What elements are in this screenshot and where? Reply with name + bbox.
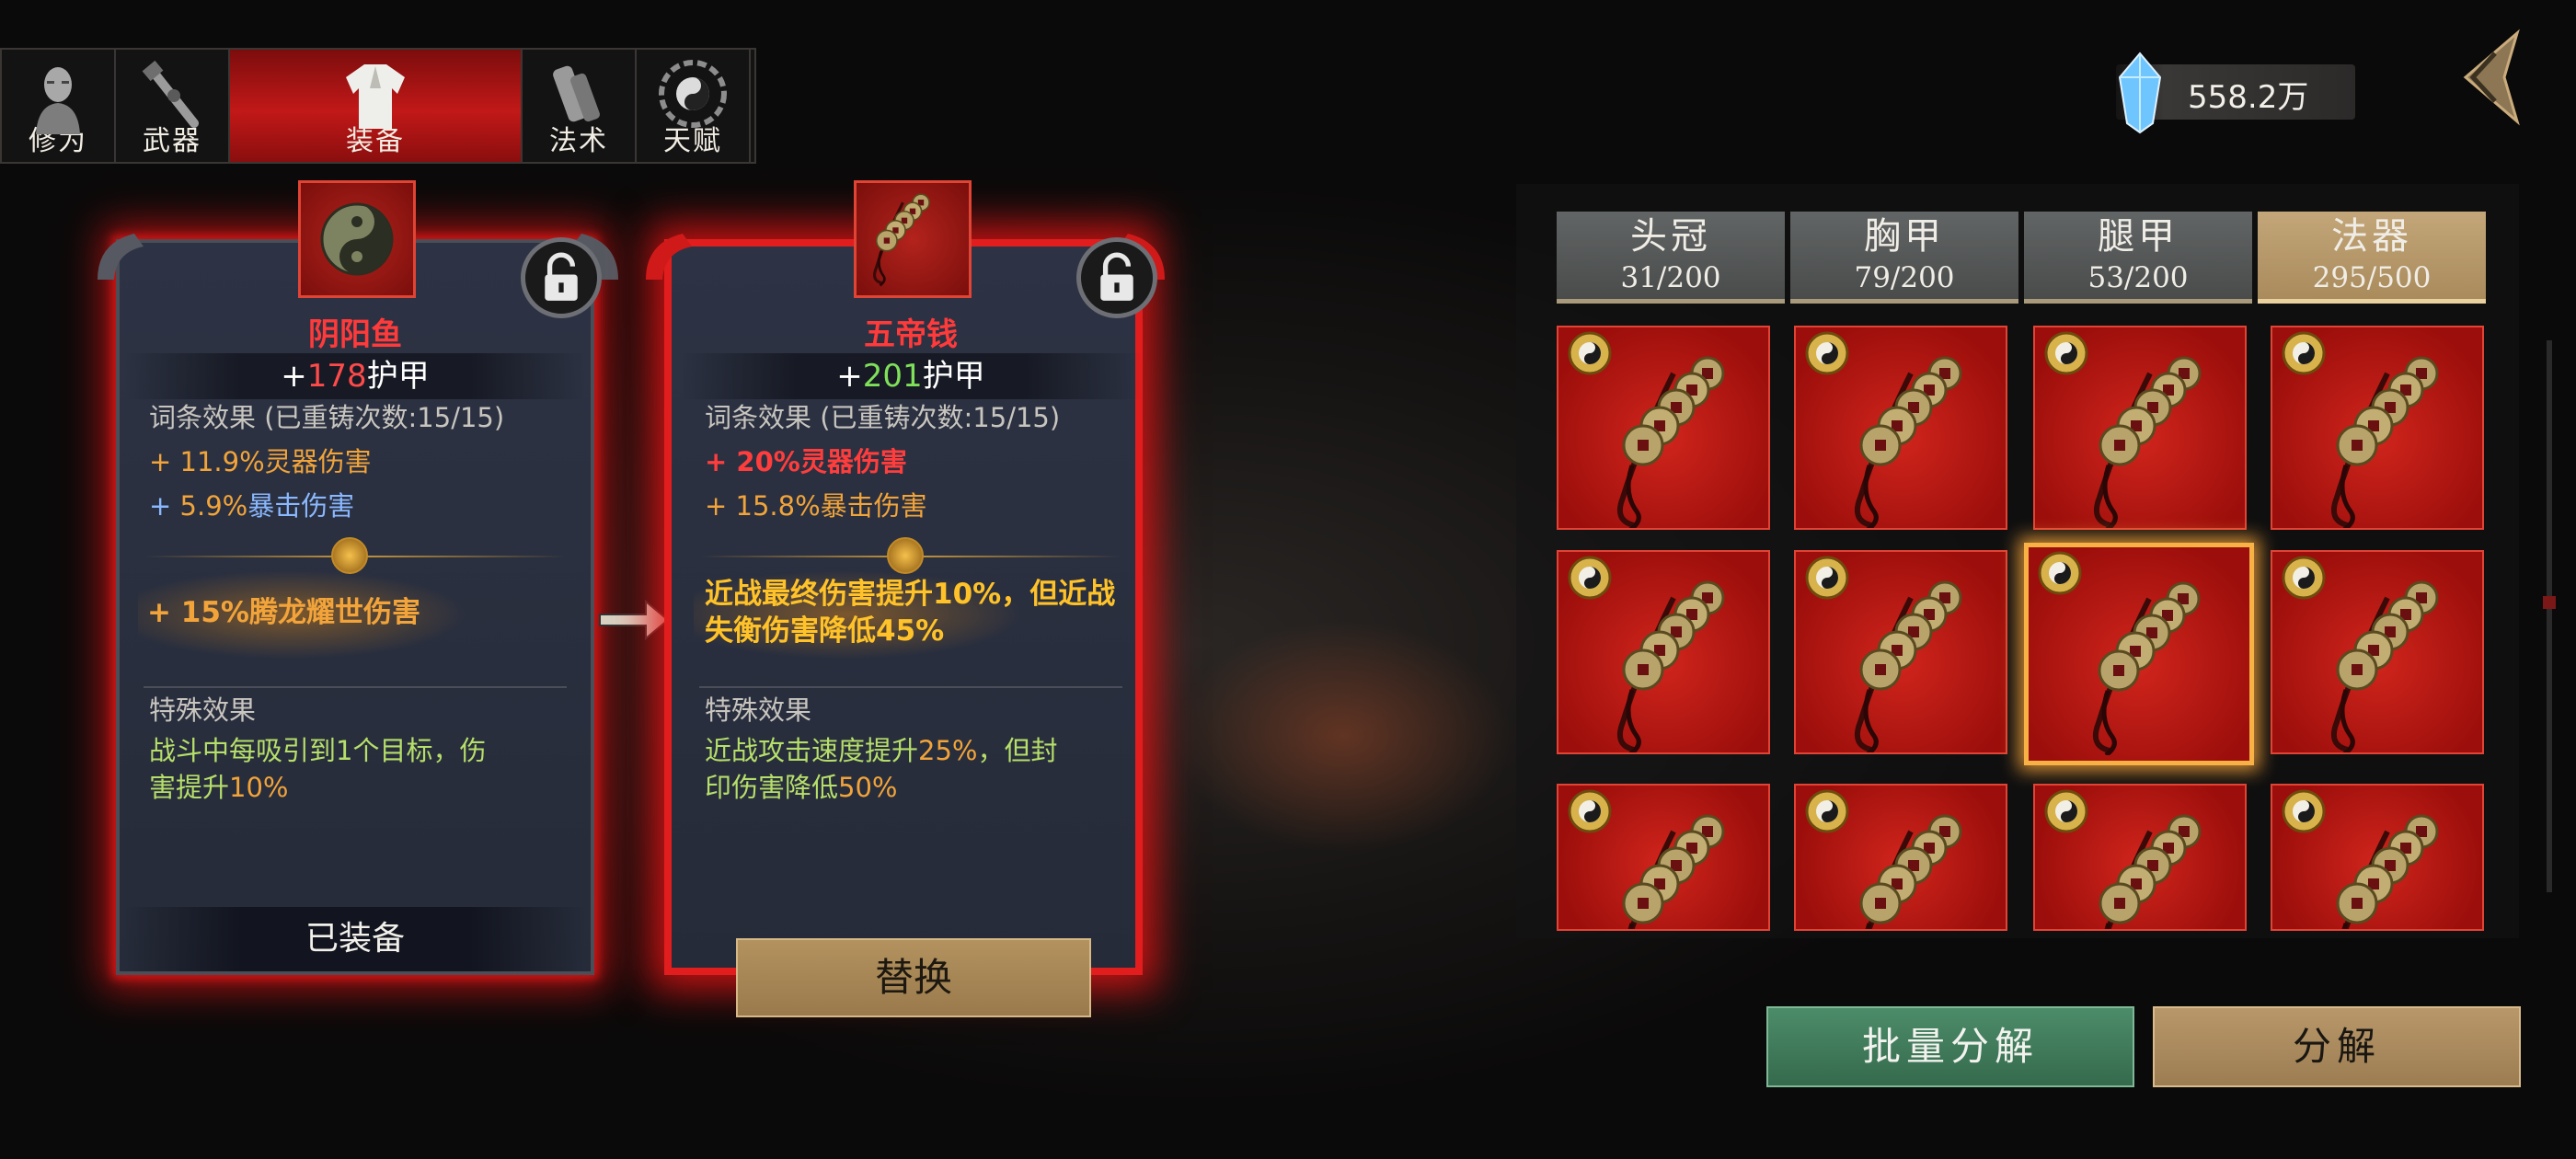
item-frame — [854, 180, 972, 298]
spirit-crystal-icon — [2118, 52, 2162, 134]
item-name: 阴阳鱼 — [308, 316, 402, 353]
swap-arrows-icon — [599, 599, 670, 641]
tab-equipment[interactable]: 装备 — [230, 50, 523, 162]
five-emperor-coins-icon — [2063, 795, 2237, 931]
five-emperor-coins-icon — [2300, 337, 2475, 530]
armor-stat: +178护甲 — [125, 353, 585, 399]
scrollbar[interactable] — [2547, 340, 2552, 892]
category-tab-chest[interactable]: 胸甲 79/200 — [1790, 212, 2018, 304]
item-name: 五帝钱 — [864, 316, 958, 353]
inventory-slot-selected[interactable] — [2024, 543, 2254, 765]
five-emperor-coins-icon — [1586, 795, 1761, 931]
five-emperor-coins-icon — [1586, 337, 1761, 530]
special-effect: 战斗中每吸引到1个目标，伤 害提升10% — [149, 735, 487, 803]
scroll-thumb[interactable] — [2543, 596, 2556, 609]
inventory-slot[interactable] — [2271, 784, 2484, 931]
tab-spell[interactable]: 法术 — [523, 50, 637, 162]
back-arrow-icon[interactable] — [2438, 26, 2530, 127]
five-emperor-coins-icon — [1823, 795, 1998, 931]
five-emperor-coins-icon — [872, 192, 931, 287]
inventory-slot[interactable] — [1557, 784, 1770, 931]
equipped-status: 已装备 — [125, 907, 585, 971]
inventory-slot[interactable] — [1794, 550, 2007, 754]
inventory-slot[interactable] — [1794, 326, 2007, 530]
inventory-slot[interactable] — [2033, 326, 2247, 530]
swap-button[interactable]: 替换 — [736, 938, 1091, 1017]
affix-header: 词条效果 (已重铸次数:15/15) — [149, 402, 505, 433]
armor-robe-icon — [346, 64, 405, 129]
inventory-slot[interactable] — [1557, 326, 1770, 530]
inventory-slot[interactable] — [1557, 550, 1770, 754]
weapon-icon — [142, 60, 199, 128]
card-ornament-icon — [98, 234, 144, 280]
five-emperor-coins-icon — [1586, 561, 1761, 754]
category-tab-bar: 修为 武器 装备 法术 天赋 — [0, 48, 756, 164]
armor-stat: +201护甲 — [681, 353, 1141, 399]
special-header: 特殊效果 — [705, 694, 812, 726]
five-emperor-coins-icon — [2063, 337, 2237, 530]
inventory-slot[interactable] — [2271, 550, 2484, 754]
affix-line: + 15.8%暴击伤害 — [705, 490, 927, 522]
five-emperor-coins-icon — [1823, 561, 1998, 754]
category-tab-legs[interactable]: 腿甲 53/200 — [2024, 212, 2252, 304]
tab-talent[interactable]: 天赋 — [637, 50, 751, 162]
category-tab-helmet[interactable]: 头冠 31/200 — [1557, 212, 1785, 304]
tab-cultivation[interactable]: 修为 — [2, 50, 116, 162]
affix-line: + 5.9%暴击伤害 — [149, 490, 355, 522]
card-ornament-icon — [646, 234, 692, 280]
five-emperor-coins-icon — [2300, 561, 2475, 754]
affix-line: + 20%灵器伤害 — [705, 446, 907, 477]
decompose-button[interactable]: 分解 — [2153, 1006, 2521, 1087]
inventory-slot[interactable] — [1794, 784, 2007, 931]
character-icon — [36, 67, 80, 134]
batch-decompose-button[interactable]: 批量分解 — [1766, 1006, 2134, 1087]
currency-value: 558.2万 — [2188, 79, 2309, 116]
item-frame — [298, 180, 416, 298]
five-emperor-coins-icon — [1823, 337, 1998, 530]
special-effect: 近战攻击速度提升25%，但封 印伤害降低50% — [705, 735, 1058, 803]
divider — [699, 686, 1122, 688]
unlock-icon[interactable] — [1076, 237, 1157, 318]
yin-yang-fish-icon — [320, 202, 394, 276]
five-emperor-coins-icon — [2300, 795, 2475, 931]
bonus-affix: 近战最终伤害提升10%，但近战 失衡伤害降低45% — [705, 578, 1116, 648]
five-emperor-coins-icon — [2062, 562, 2237, 755]
special-header: 特殊效果 — [149, 694, 257, 726]
inventory-slot[interactable] — [2271, 326, 2484, 530]
tab-weapon[interactable]: 武器 — [116, 50, 230, 162]
affix-header: 词条效果 (已重铸次数:15/15) — [705, 402, 1061, 433]
affix-line: + 11.9%灵器伤害 — [149, 446, 372, 477]
divider — [144, 686, 567, 688]
spell-scroll-icon — [553, 65, 600, 122]
taiji-bagua-icon — [659, 60, 727, 128]
inventory-slot[interactable] — [2033, 784, 2247, 931]
category-tab-artifact[interactable]: 法器 295/500 — [2258, 212, 2486, 304]
bonus-affix: + 15%腾龙耀世伤害 — [147, 596, 420, 629]
unlock-icon[interactable] — [521, 237, 602, 318]
